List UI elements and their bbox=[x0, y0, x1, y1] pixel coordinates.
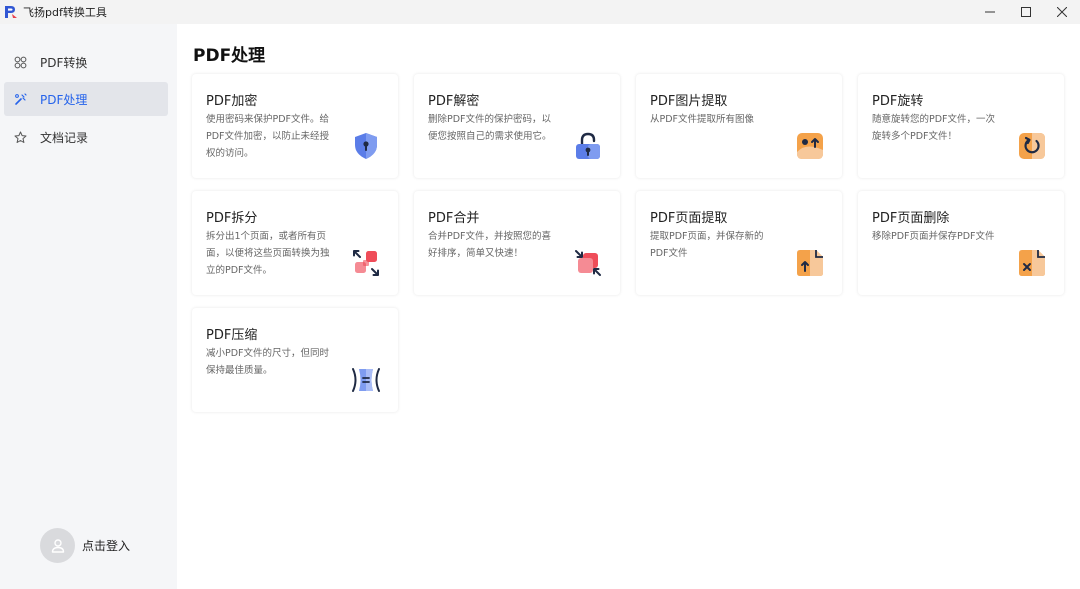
card-title: PDF页面提取 bbox=[650, 211, 728, 226]
card-description: 减小PDF文件的尺寸，但同时保持最佳质量。 bbox=[206, 348, 330, 376]
maximize-icon bbox=[1021, 7, 1031, 17]
sidebar: PDF转换 PDF处理 文档记录 点击登入 bbox=[0, 24, 177, 589]
card-description: 提取PDF页面，并保存新的PDF文件 bbox=[650, 231, 764, 259]
card-pdf-merge[interactable]: PDF合并 合并PDF文件，并按照您的喜好排序，简单又快速！ bbox=[414, 191, 620, 295]
card-description: 使用密码来保护PDF文件。给PDF文件加密，以防止未经授权的访问。 bbox=[206, 114, 330, 159]
card-description: 拆分出1个页面，或者所有页面，以便将这些页面转换为独立的PDF文件。 bbox=[206, 231, 330, 276]
title-bar: 飞扬pdf转换工具 bbox=[0, 0, 1080, 24]
sidebar-item-doc-records[interactable]: 文档记录 bbox=[4, 120, 168, 154]
card-title: PDF加密 bbox=[206, 94, 258, 109]
card-description: 随意旋转您的PDF文件，一次旋转多个PDF文件！ bbox=[872, 114, 996, 142]
card-pdf-split[interactable]: PDF拆分 拆分出1个页面，或者所有页面，以便将这些页面转换为独立的PDF文件。 bbox=[192, 191, 398, 295]
card-title: PDF页面删除 bbox=[872, 211, 950, 226]
card-pdf-compress[interactable]: PDF压缩 减小PDF文件的尺寸，但同时保持最佳质量。 bbox=[192, 308, 398, 412]
sidebar-item-pdf-process[interactable]: PDF处理 bbox=[4, 82, 168, 116]
rotate-icon bbox=[1016, 130, 1048, 162]
window-controls bbox=[972, 0, 1080, 24]
maximize-button[interactable] bbox=[1008, 0, 1044, 24]
card-title: PDF图片提取 bbox=[650, 94, 728, 109]
page-title: PDF处理 bbox=[193, 46, 266, 66]
compress-icon bbox=[350, 364, 382, 396]
card-title: PDF旋转 bbox=[872, 94, 924, 109]
card-pdf-image-extract[interactable]: PDF图片提取 从PDF文件提取所有图像 bbox=[636, 74, 842, 178]
card-pdf-page-extract[interactable]: PDF页面提取 提取PDF页面，并保存新的PDF文件 bbox=[636, 191, 842, 295]
card-pdf-page-delete[interactable]: PDF页面删除 移除PDF页面并保存PDF文件 bbox=[858, 191, 1064, 295]
image-extract-icon bbox=[794, 130, 826, 162]
card-pdf-encrypt[interactable]: PDF加密 使用密码来保护PDF文件。给PDF文件加密，以防止未经授权的访问。 bbox=[192, 74, 398, 178]
card-pdf-decrypt[interactable]: PDF解密 删除PDF文件的保护密码，以便您按照自己的需求使用它。 bbox=[414, 74, 620, 178]
main-content: PDF处理 PDF加密 使用密码来保护PDF文件。给PDF文件加密，以防止未经授… bbox=[177, 24, 1080, 589]
close-button[interactable] bbox=[1044, 0, 1080, 24]
split-icon bbox=[350, 247, 382, 279]
close-icon bbox=[1057, 7, 1067, 17]
merge-icon bbox=[572, 247, 604, 279]
sidebar-item-label: 文档记录 bbox=[40, 130, 89, 145]
unlock-icon bbox=[572, 130, 604, 162]
minimize-icon bbox=[985, 11, 995, 13]
user-icon bbox=[51, 538, 64, 553]
card-description: 从PDF文件提取所有图像 bbox=[650, 114, 755, 125]
card-title: PDF解密 bbox=[428, 94, 480, 109]
card-pdf-rotate[interactable]: PDF旋转 随意旋转您的PDF文件，一次旋转多个PDF文件！ bbox=[858, 74, 1064, 178]
login-button[interactable]: 点击登入 bbox=[40, 528, 130, 563]
card-title: PDF拆分 bbox=[206, 211, 258, 226]
sidebar-item-label: PDF处理 bbox=[40, 92, 88, 107]
tools-icon bbox=[13, 92, 27, 106]
minimize-button[interactable] bbox=[972, 0, 1008, 24]
page-delete-icon bbox=[1016, 247, 1048, 279]
page-extract-icon bbox=[794, 247, 826, 279]
sidebar-item-pdf-convert[interactable]: PDF转换 bbox=[4, 45, 168, 79]
grid-icon bbox=[13, 55, 27, 69]
card-description: 移除PDF页面并保存PDF文件 bbox=[872, 231, 995, 242]
login-label: 点击登入 bbox=[82, 539, 131, 553]
card-title: PDF合并 bbox=[428, 211, 480, 226]
avatar bbox=[40, 528, 75, 563]
card-description: 合并PDF文件，并按照您的喜好排序，简单又快速！ bbox=[428, 231, 552, 259]
card-description: 删除PDF文件的保护密码，以便您按照自己的需求使用它。 bbox=[428, 114, 552, 142]
card-title: PDF压缩 bbox=[206, 328, 258, 343]
sidebar-item-label: PDF转换 bbox=[40, 55, 88, 70]
star-icon bbox=[13, 130, 27, 144]
shield-lock-icon bbox=[350, 130, 382, 162]
app-logo-icon bbox=[3, 4, 19, 20]
app-title: 飞扬pdf转换工具 bbox=[23, 6, 107, 19]
